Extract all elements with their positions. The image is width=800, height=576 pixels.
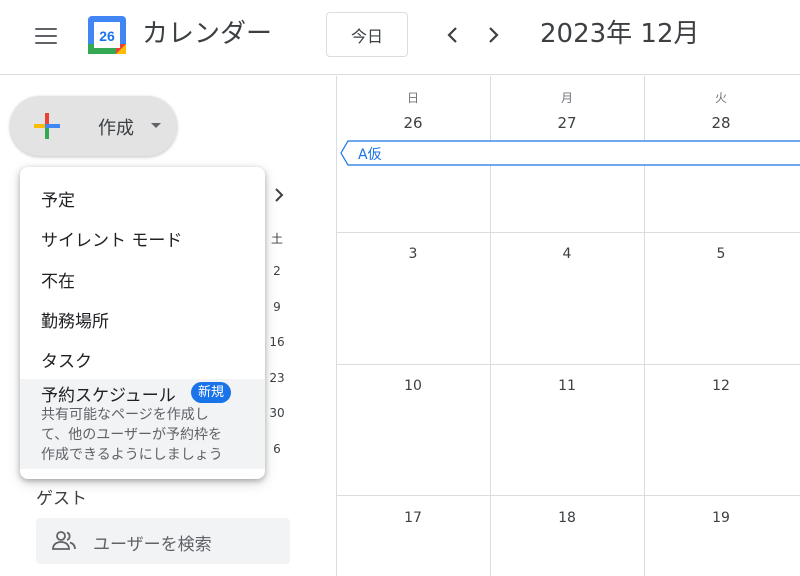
caret-down-icon xyxy=(151,123,161,128)
mini-calendar-weekday: 土 xyxy=(270,232,283,246)
menu-item-task[interactable]: タスク xyxy=(20,338,265,378)
hamburger-menu-icon[interactable] xyxy=(26,18,66,54)
menu-item-out-of-office[interactable]: 不在 xyxy=(20,258,265,298)
menu-item-label: サイレント モード xyxy=(41,231,183,251)
calendar-grid: 日 月 火 26 27 28 A仮 3 4 5 10 11 12 17 18 1… xyxy=(336,76,800,576)
date-number[interactable]: 11 xyxy=(490,378,644,394)
chevron-left-icon[interactable] xyxy=(436,18,470,52)
date-number[interactable]: 4 xyxy=(490,246,644,262)
description-line: て、他のユーザーが予約枠を xyxy=(41,427,223,443)
chevron-right-icon[interactable] xyxy=(476,18,510,52)
day-of-week-label: 火 xyxy=(714,91,727,105)
create-label: 作成 xyxy=(98,118,134,139)
date-number[interactable]: 17 xyxy=(336,510,490,526)
mini-calendar-date[interactable]: 16 xyxy=(262,335,292,349)
date-number[interactable]: 26 xyxy=(336,114,490,132)
date-number[interactable]: 3 xyxy=(336,246,490,262)
menu-item-label: 予定 xyxy=(41,191,75,211)
event-title: A仮 xyxy=(358,147,382,163)
today-button[interactable]: 今日 xyxy=(326,12,408,57)
guest-section-label: ゲスト xyxy=(36,489,87,509)
day-of-week-label: 日 xyxy=(406,91,419,105)
user-search-placeholder: ユーザーを検索 xyxy=(93,535,212,555)
date-number[interactable]: 19 xyxy=(644,510,798,526)
date-number[interactable]: 18 xyxy=(490,510,644,526)
mini-calendar-date[interactable]: 6 xyxy=(262,442,292,456)
date-number[interactable]: 10 xyxy=(336,378,490,394)
mini-calendar-date[interactable]: 30 xyxy=(262,406,292,420)
date-number[interactable]: 28 xyxy=(644,114,798,132)
menu-item-appointment-schedule[interactable]: 予約スケジュール 新規 共有可能なページを作成し て、他のユーザーが予約枠を 作… xyxy=(20,379,265,469)
date-number[interactable]: 5 xyxy=(644,246,798,262)
description-line: 作成できるようにしましょう xyxy=(41,447,223,463)
menu-item-label: 不在 xyxy=(41,272,75,292)
menu-item-label: タスク xyxy=(41,352,92,372)
people-icon xyxy=(52,531,76,550)
day-of-week-label: 月 xyxy=(560,91,573,105)
app-header: 26 カレンダー 今日 2023年 12月 xyxy=(0,0,800,75)
date-number[interactable]: 27 xyxy=(490,114,644,132)
event-chip[interactable]: A仮 xyxy=(340,140,800,166)
description-line: 共有可能なページを作成し xyxy=(41,407,209,423)
create-dropdown-menu: 予定 サイレント モード 不在 勤務場所 タスク 予約スケジュール 新規 共有可… xyxy=(20,167,265,479)
create-button[interactable]: 作成 xyxy=(10,96,177,156)
mini-calendar-date[interactable]: 9 xyxy=(262,300,292,314)
schedule-description: 共有可能なページを作成し て、他のユーザーが予約枠を 作成できるようにしましょう xyxy=(41,405,256,465)
menu-item-working-location[interactable]: 勤務場所 xyxy=(20,298,265,338)
plus-icon xyxy=(34,113,60,139)
menu-item-label: 勤務場所 xyxy=(41,312,109,332)
mini-calendar-date[interactable]: 23 xyxy=(262,371,292,385)
mini-calendar-date[interactable]: 2 xyxy=(262,264,292,278)
menu-item-event[interactable]: 予定 xyxy=(20,177,265,217)
menu-item-label: 予約スケジュール xyxy=(41,386,176,406)
logo-day-number: 26 xyxy=(99,28,115,44)
month-title: 2023年 12月 xyxy=(540,19,700,49)
new-badge: 新規 xyxy=(191,382,232,403)
menu-item-focus-mode[interactable]: サイレント モード xyxy=(20,217,265,257)
date-number[interactable]: 12 xyxy=(644,378,798,394)
chevron-right-icon[interactable] xyxy=(270,186,288,204)
app-title: カレンダー xyxy=(142,19,273,49)
calendar-logo-icon[interactable]: 26 xyxy=(86,14,128,56)
